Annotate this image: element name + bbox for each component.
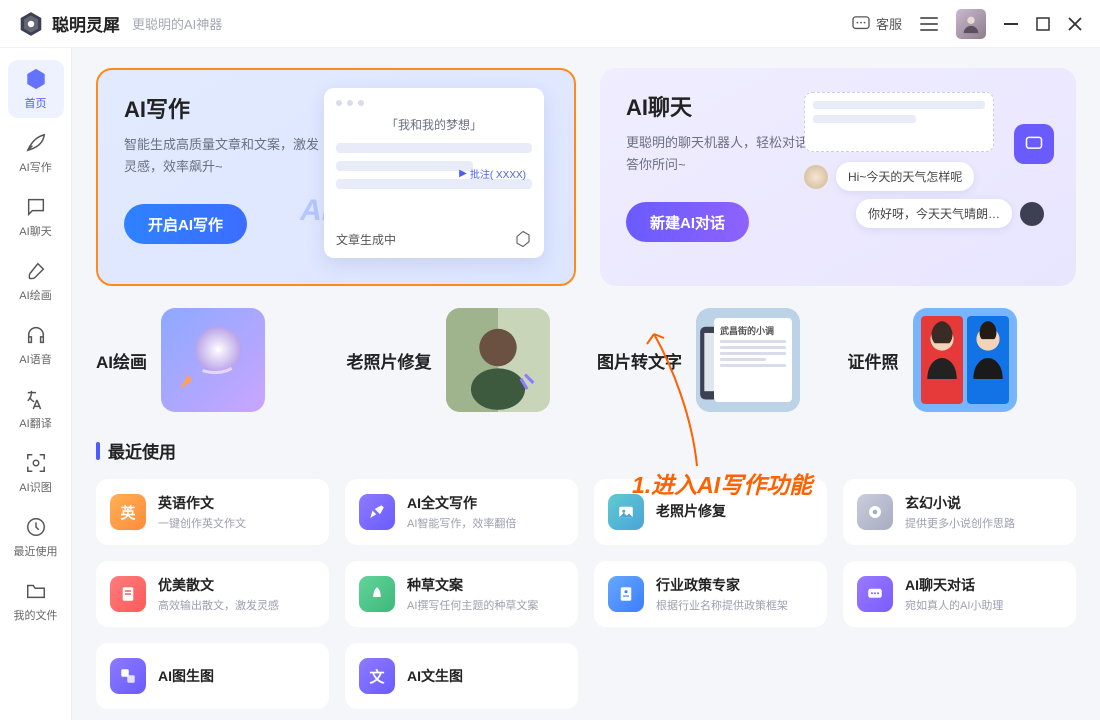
feature-title: 老照片修复 (347, 348, 432, 373)
recent-card[interactable]: 文AI文生图 (345, 643, 578, 709)
recent-card[interactable]: 英英语作文一键创作英文作文 (96, 479, 329, 545)
feature-photo-restore[interactable]: 老照片修复 (347, 308, 576, 412)
hero-card-chat[interactable]: AI聊天 更聪明的聊天机器人，轻松对话，答你所问~ 新建AI对话 Hi~今天的天… (600, 68, 1076, 286)
app-tagline: 更聪明的AI神器 (132, 14, 222, 33)
sidebar: 首页 AI写作 AI聊天 AI绘画 AI语音 AI翻译 AI识图 最近使用 我的… (0, 48, 72, 720)
english-icon: 英 (110, 494, 146, 530)
close-button[interactable] (1068, 17, 1082, 31)
sidebar-item-ocr[interactable]: AI识图 (8, 444, 64, 502)
feature-title: 证件照 (848, 348, 899, 373)
maximize-button[interactable] (1036, 17, 1050, 31)
sidebar-item-label: 我的文件 (14, 607, 58, 623)
mock-status: 文章生成中 (336, 231, 396, 248)
sidebar-item-home[interactable]: 首页 (8, 60, 64, 118)
recent-card[interactable]: AI聊天对话宛如真人的AI小助理 (843, 561, 1076, 627)
write-mock-panel: 「我和我的梦想」 ▶ 批注( XXXX) 文章生成中 (324, 88, 544, 258)
scan-icon (24, 451, 48, 475)
sidebar-item-recent[interactable]: 最近使用 (8, 508, 64, 566)
feature-thumb-paint (161, 308, 265, 412)
customer-service-button[interactable]: 客服 (852, 14, 902, 33)
feature-ocr[interactable]: 图片转文字 武昌街的小调 (597, 308, 826, 412)
recent-card[interactable]: 老照片修复 (594, 479, 827, 545)
dialog-icon (857, 576, 893, 612)
sidebar-item-files[interactable]: 我的文件 (8, 572, 64, 630)
txt2img-icon: 文 (359, 658, 395, 694)
start-ai-write-button[interactable]: 开启AI写作 (124, 204, 247, 244)
sidebar-item-paint[interactable]: AI绘画 (8, 252, 64, 310)
sidebar-item-label: AI绘画 (19, 287, 51, 303)
mock-doc-title: 「我和我的梦想」 (336, 116, 532, 133)
sidebar-item-label: 最近使用 (14, 543, 58, 559)
chat-icon (24, 195, 48, 219)
chat-bubble-ai: 你好呀，今天天气晴朗… (856, 199, 1012, 228)
img2img-icon (110, 658, 146, 694)
sidebar-item-translate[interactable]: AI翻译 (8, 380, 64, 438)
recent-grid: 英英语作文一键创作英文作文 AI全文写作AI智能写作，效率翻倍 老照片修复 玄幻… (96, 479, 1076, 709)
hero-chat-title: AI聊天 (626, 90, 826, 122)
chat-mock-panel: Hi~今天的天气怎样呢 你好呀，今天天气晴朗… (804, 92, 1044, 228)
recent-card[interactable]: 种草文案AI撰写任何主题的种草文案 (345, 561, 578, 627)
feature-thumb-restore (446, 308, 550, 412)
app-name: 聪明灵犀 (52, 11, 120, 36)
recent-card[interactable]: 优美散文高效输出散文，激发灵感 (96, 561, 329, 627)
minimize-button[interactable] (1004, 17, 1018, 31)
chat-fab-icon (1014, 124, 1054, 164)
app-logo-icon (18, 11, 44, 37)
folder-icon (24, 579, 48, 603)
hero-write-desc: 智能生成高质量文章和文案，激发灵感，效率飙升~ (124, 134, 324, 178)
hero-card-write[interactable]: AI写作 智能生成高质量文章和文案，激发灵感，效率飙升~ 开启AI写作 AI 「… (96, 68, 576, 286)
sidebar-item-label: AI写作 (19, 159, 51, 175)
hero-write-title: AI写作 (124, 92, 324, 124)
recent-card[interactable]: AI全文写作AI智能写作，效率翻倍 (345, 479, 578, 545)
grass-icon (359, 576, 395, 612)
sidebar-item-chat[interactable]: AI聊天 (8, 188, 64, 246)
feature-ai-paint[interactable]: AI绘画 (96, 308, 325, 412)
titlebar: 聪明灵犀 更聪明的AI神器 客服 (0, 0, 1100, 48)
quill-icon (24, 131, 48, 155)
recent-card[interactable]: 玄幻小说提供更多小说创作思路 (843, 479, 1076, 545)
hexagon-icon (514, 230, 532, 248)
headphone-icon (24, 323, 48, 347)
feature-id-photo[interactable]: 证件照 (848, 308, 1077, 412)
recent-heading: 最近使用 (96, 438, 1076, 463)
sidebar-item-label: AI翻译 (19, 415, 51, 431)
prose-icon (110, 576, 146, 612)
feature-title: AI绘画 (96, 348, 147, 373)
recent-card[interactable]: 行业政策专家根据行业名称提供政策框架 (594, 561, 827, 627)
sidebar-item-label: 首页 (25, 95, 47, 111)
write-icon (359, 494, 395, 530)
chat-bubble-user: Hi~今天的天气怎样呢 (836, 162, 974, 191)
customer-service-label: 客服 (876, 14, 902, 33)
feature-thumb-idphoto (913, 308, 1017, 412)
mock-annotation-tag: ▶ 批注( XXXX) (459, 166, 526, 181)
feature-thumb-ocr: 武昌街的小调 (696, 308, 800, 412)
ocr-doc-preview: 武昌街的小调 (714, 318, 792, 402)
home-icon (24, 67, 48, 91)
novel-icon (857, 494, 893, 530)
sidebar-item-label: AI识图 (19, 479, 51, 495)
photo-icon (608, 494, 644, 530)
user-avatar[interactable] (956, 9, 986, 39)
main-content: AI写作 智能生成高质量文章和文案，激发灵感，效率飙升~ 开启AI写作 AI 「… (72, 48, 1100, 720)
sidebar-item-voice[interactable]: AI语音 (8, 316, 64, 374)
menu-button[interactable] (920, 17, 938, 31)
new-ai-chat-button[interactable]: 新建AI对话 (626, 202, 749, 242)
translate-icon (24, 387, 48, 411)
feature-title: 图片转文字 (597, 348, 682, 373)
hero-chat-desc: 更聪明的聊天机器人，轻松对话，答你所问~ (626, 132, 826, 176)
brush-icon (24, 259, 48, 283)
policy-icon (608, 576, 644, 612)
history-icon (24, 515, 48, 539)
sidebar-item-label: AI语音 (19, 351, 51, 367)
sidebar-item-label: AI聊天 (19, 223, 51, 239)
sidebar-item-write[interactable]: AI写作 (8, 124, 64, 182)
recent-card[interactable]: AI图生图 (96, 643, 329, 709)
